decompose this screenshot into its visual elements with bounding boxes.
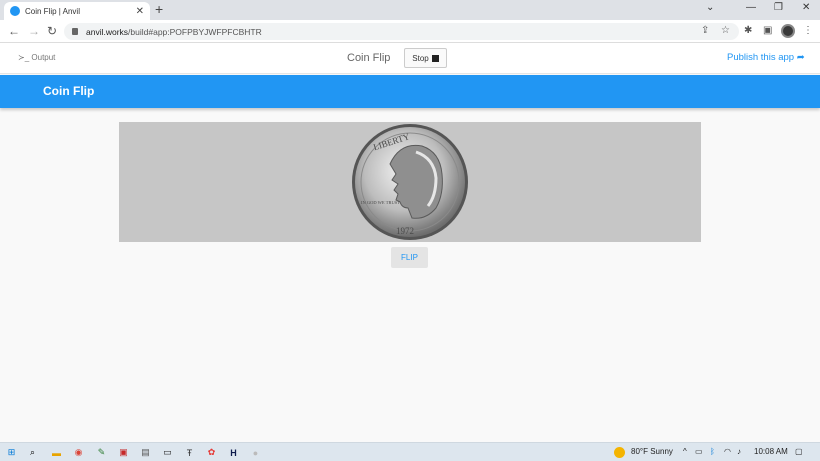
- clock-time[interactable]: 10:08 AM: [754, 447, 788, 456]
- volume-icon[interactable]: ♪: [737, 447, 741, 456]
- coin-year-text: 1972: [396, 226, 414, 236]
- notifications-icon[interactable]: ▢: [795, 447, 803, 456]
- close-window-icon[interactable]: ✕: [802, 2, 810, 13]
- chrome-icon[interactable]: ◉: [72, 446, 85, 459]
- stop-button[interactable]: Stop: [404, 48, 447, 68]
- browser-tab[interactable]: Coin Flip | Anvil ✕: [4, 2, 150, 20]
- terminal-icon: ≻_: [18, 53, 30, 62]
- app-header: Coin Flip: [0, 75, 820, 108]
- publish-link[interactable]: Publish this app ➦: [727, 52, 805, 63]
- share-arrow-icon: ➦: [796, 52, 805, 63]
- bluetooth-icon[interactable]: ᛒ: [710, 447, 715, 456]
- bookmark-star-icon[interactable]: ☆: [721, 25, 730, 36]
- close-tab-icon[interactable]: ✕: [136, 6, 144, 17]
- coin-motto-text: IN GOD WE TRUST: [361, 200, 400, 205]
- orb-app-icon[interactable]: ●: [249, 446, 262, 459]
- browser-tabstrip: Coin Flip | Anvil ✕ + ⌄ — ❐ ✕: [0, 0, 820, 20]
- windows-taskbar: ⊞ ⌕ ▬ ◉ ✎ ▣ ▤ ▭ Ŧ ✿ H ● 80°F Sunny ^ ▭ ᛒ…: [0, 442, 820, 461]
- extensions-icon[interactable]: ✱: [744, 25, 752, 36]
- tab-title: Coin Flip | Anvil: [25, 6, 80, 16]
- tray-chevron-icon[interactable]: ^: [683, 447, 687, 456]
- text-app-icon[interactable]: Ŧ: [183, 446, 196, 459]
- notepad-icon[interactable]: ✎: [95, 446, 108, 459]
- menu-kebab-icon[interactable]: ⋮: [803, 25, 813, 36]
- wifi-icon[interactable]: ◠: [724, 447, 731, 456]
- tab-search-icon[interactable]: ⌄: [706, 2, 714, 13]
- paint-icon[interactable]: ▤: [139, 446, 152, 459]
- share-icon[interactable]: ⇪: [701, 25, 709, 36]
- colorful-app-icon[interactable]: ✿: [205, 446, 218, 459]
- side-panel-icon[interactable]: ▣: [763, 25, 772, 36]
- minimize-icon[interactable]: —: [746, 2, 756, 13]
- url-text: anvil.works/build#app:POFPBYJWFPFCBHTR: [86, 26, 262, 37]
- new-tab-button[interactable]: +: [155, 1, 163, 17]
- coin-image: LIBERTY IN GOD WE TRUST 1972: [352, 124, 468, 240]
- battery-icon[interactable]: ▭: [695, 447, 703, 456]
- weather-text[interactable]: 80°F Sunny: [631, 447, 673, 456]
- ide-app-name: Coin Flip: [347, 52, 391, 64]
- address-bar[interactable]: anvil.works/build#app:POFPBYJWFPFCBHTR: [64, 23, 739, 40]
- file-explorer-icon[interactable]: ▬: [50, 446, 63, 459]
- windows-start-icon[interactable]: ⊞: [5, 446, 18, 459]
- search-icon[interactable]: ⌕: [26, 446, 39, 459]
- coin-image-container: LIBERTY IN GOD WE TRUST 1972: [119, 122, 701, 242]
- app-title: Coin Flip: [43, 84, 95, 98]
- red-app-icon[interactable]: ▣: [117, 446, 130, 459]
- ide-run-bar: ≻_ Output Coin Flip Stop Publish this ap…: [0, 43, 820, 74]
- stop-icon: [431, 54, 439, 62]
- lock-icon: [72, 28, 78, 35]
- browser-toolbar: ← → ↻ anvil.works/build#app:POFPBYJWFPFC…: [0, 20, 820, 43]
- h-app-icon[interactable]: H: [227, 446, 240, 459]
- flip-button[interactable]: FLIP: [391, 247, 428, 268]
- forward-icon[interactable]: →: [28, 24, 40, 38]
- weather-sun-icon: [614, 447, 625, 458]
- output-toggle[interactable]: ≻_ Output: [18, 53, 55, 62]
- restore-icon[interactable]: ❐: [774, 2, 783, 13]
- back-icon[interactable]: ←: [8, 24, 20, 38]
- terminal-app-icon[interactable]: ▭: [161, 446, 174, 459]
- profile-avatar[interactable]: [781, 24, 795, 38]
- reload-icon[interactable]: ↻: [47, 24, 57, 38]
- anvil-favicon-icon: [10, 6, 20, 16]
